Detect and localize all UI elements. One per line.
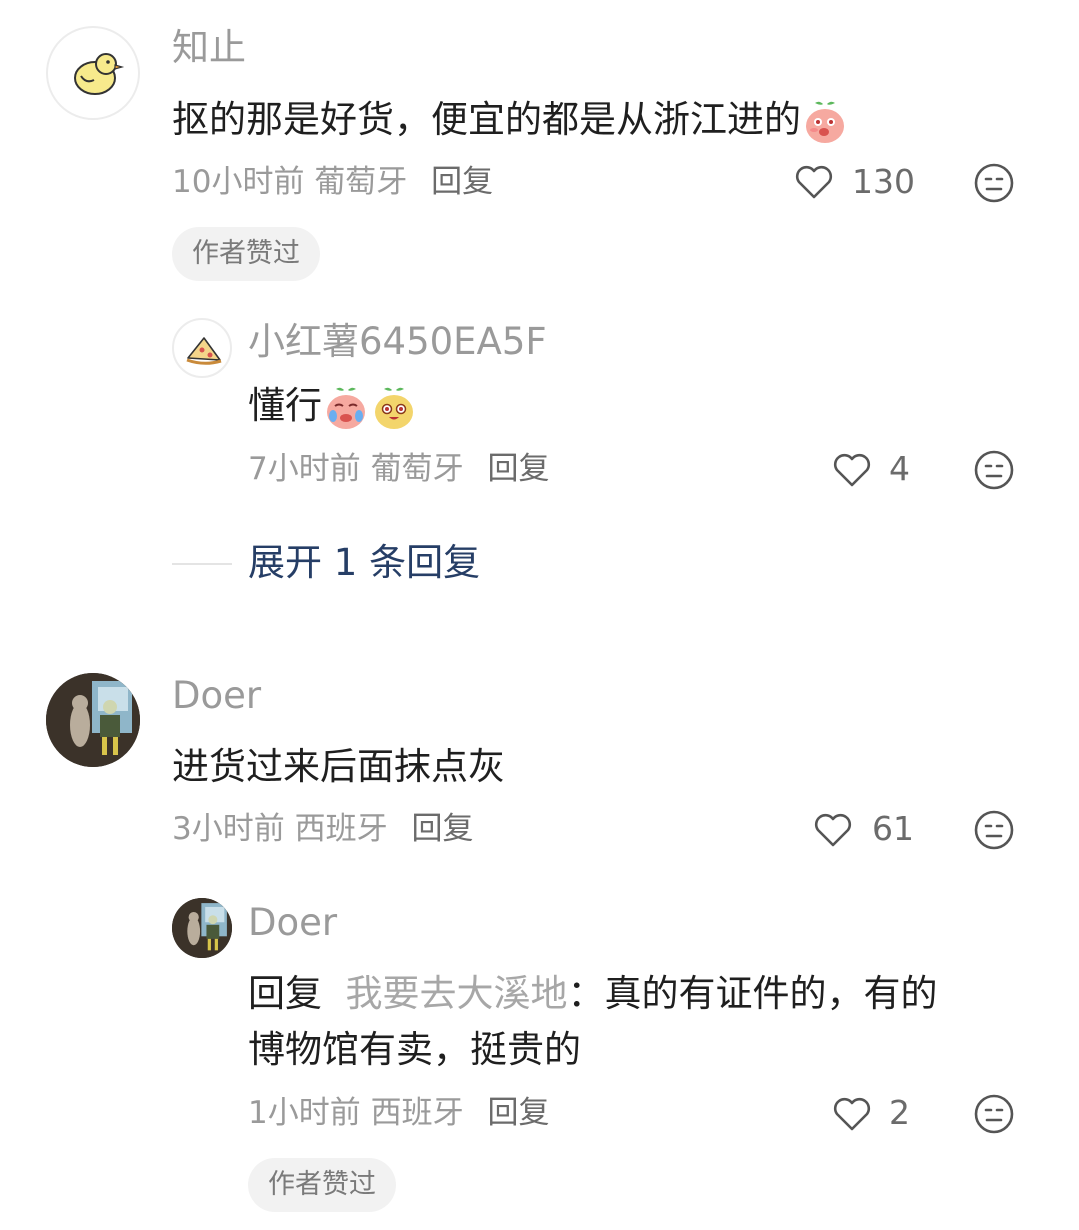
heart-icon[interactable] [813, 812, 853, 848]
expand-divider [172, 563, 232, 565]
cartoon-characters-avatar [172, 898, 232, 958]
crying-peach-emoji [327, 387, 365, 429]
reply-meta: 7小时前 葡萄牙 回复 [248, 451, 550, 487]
yellow-peach-emoji [375, 387, 413, 429]
avatar-doer-reply[interactable] [172, 898, 232, 958]
avatar-zhizhi[interactable] [46, 26, 140, 120]
comment-meta: 3小时前 西班牙 回复 [172, 811, 474, 847]
like-count: 2 [889, 1093, 910, 1132]
expand-replies-button[interactable]: 展开 1 条回复 [248, 538, 480, 588]
reply-text: 懂行 [248, 378, 418, 434]
comment-meta: 10小时前 葡萄牙 回复 [172, 164, 494, 200]
reply-to-user[interactable]: 我要去大溪地 [346, 972, 568, 1015]
reply-button[interactable]: 回复 [411, 811, 473, 847]
reply-username[interactable]: 小红薯6450EA5F [248, 320, 547, 364]
avatar-xiaohongshu[interactable] [172, 318, 232, 378]
reply-text-line1: 回复 我要去大溪地：真的有证件的，有的 [248, 972, 938, 1015]
heart-icon[interactable] [794, 164, 834, 200]
reply-button[interactable]: 回复 [487, 1095, 549, 1131]
reply-button[interactable]: 回复 [431, 164, 493, 200]
heart-icon[interactable] [832, 1096, 872, 1132]
comment-username[interactable]: Doer [172, 674, 261, 718]
author-liked-badge: 作者赞过 [172, 227, 320, 281]
comment-username[interactable]: 知止 [172, 26, 246, 70]
author-liked-badge: 作者赞过 [248, 1158, 396, 1212]
dislike-face-icon[interactable] [973, 162, 1015, 204]
like-count: 130 [852, 162, 915, 201]
comment-text: 进货过来后面抹点灰 [172, 745, 505, 788]
dislike-face-icon[interactable] [973, 1093, 1015, 1135]
like-count: 4 [889, 449, 910, 488]
pink-peach-blush-emoji [806, 101, 844, 143]
avatar-doer[interactable] [46, 673, 140, 767]
like-count: 61 [872, 809, 914, 848]
comment-text: 抠的那是好货，便宜的都是从浙江进的 [172, 92, 849, 148]
cartoon-characters-avatar [46, 673, 140, 767]
reply-button[interactable]: 回复 [487, 451, 549, 487]
chick-icon [74, 53, 125, 95]
reply-meta: 1小时前 西班牙 回复 [248, 1095, 550, 1131]
reply-username[interactable]: Doer [248, 901, 337, 945]
dislike-face-icon[interactable] [973, 809, 1015, 851]
pizza-slice-icon [186, 337, 222, 365]
reply-text-line2: 博物馆有卖，挺贵的 [248, 1028, 581, 1071]
heart-icon[interactable] [832, 452, 872, 488]
dislike-face-icon[interactable] [973, 449, 1015, 491]
